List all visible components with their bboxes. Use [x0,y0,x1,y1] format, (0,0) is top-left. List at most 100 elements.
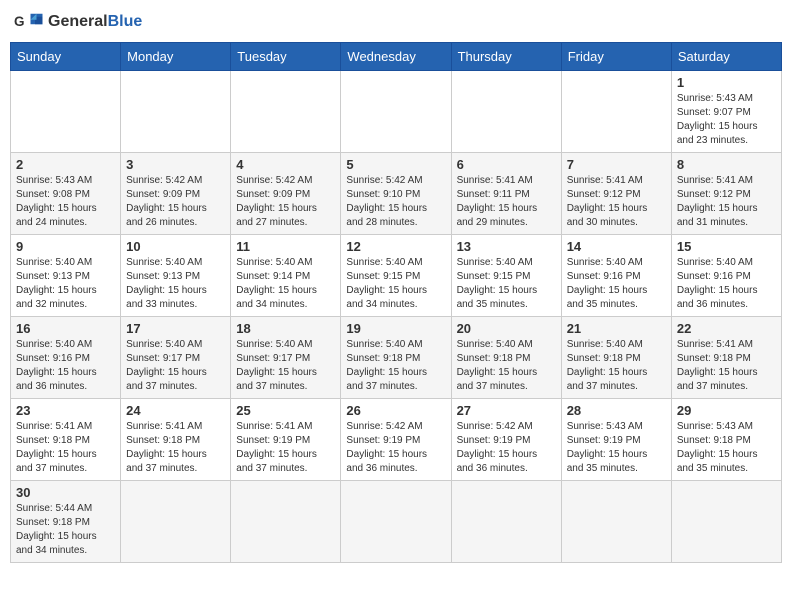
day-number: 1 [677,75,776,90]
calendar-cell: 11 Sunrise: 5:40 AM Sunset: 9:14 PM Dayli… [231,235,341,317]
page-header: G GeneralBlue [10,10,782,34]
day-info: Sunrise: 5:41 AM Sunset: 9:12 PM Dayligh… [567,174,666,230]
day-number: 16 [16,321,115,336]
day-number: 3 [126,157,225,172]
day-number: 10 [126,239,225,254]
day-info: Sunrise: 5:40 AM Sunset: 9:18 PM Dayligh… [457,338,556,394]
day-info: Sunrise: 5:40 AM Sunset: 9:17 PM Dayligh… [236,338,335,394]
day-number: 11 [236,239,335,254]
calendar-cell: 25 Sunrise: 5:41 AM Sunset: 9:19 PM Dayli… [231,399,341,481]
calendar-cell: 13 Sunrise: 5:40 AM Sunset: 9:15 PM Dayli… [451,235,561,317]
calendar-cell: 21 Sunrise: 5:40 AM Sunset: 9:18 PM Dayli… [561,317,671,399]
day-number: 9 [16,239,115,254]
calendar-cell [341,71,451,153]
weekday-header-row: Sunday Monday Tuesday Wednesday Thursday… [11,43,782,71]
calendar-cell: 5Sunrise: 5:42 AM Sunset: 9:10 PM Daylig… [341,153,451,235]
day-number: 15 [677,239,776,254]
header-wednesday: Wednesday [341,43,451,71]
calendar-cell [671,481,781,563]
day-number: 17 [126,321,225,336]
header-sunday: Sunday [11,43,121,71]
calendar-cell [561,71,671,153]
calendar-cell: 28 Sunrise: 5:43 AM Sunset: 9:19 PM Dayli… [561,399,671,481]
logo-text: GeneralBlue [48,13,142,31]
day-number: 23 [16,403,115,418]
day-number: 28 [567,403,666,418]
day-info: Sunrise: 5:43 AM Sunset: 9:19 PM Dayligh… [567,420,666,476]
header-tuesday: Tuesday [231,43,341,71]
calendar-cell: 7 Sunrise: 5:41 AM Sunset: 9:12 PM Daylig… [561,153,671,235]
calendar-cell [231,71,341,153]
day-info: Sunrise: 5:41 AM Sunset: 9:18 PM Dayligh… [16,420,115,476]
calendar-week-row: 16 Sunrise: 5:40 AM Sunset: 9:16 PM Dayli… [11,317,782,399]
header-friday: Friday [561,43,671,71]
day-info: Sunrise: 5:42 AM Sunset: 9:09 PM Dayligh… [236,174,335,230]
calendar-cell [561,481,671,563]
day-info: Sunrise: 5:40 AM Sunset: 9:18 PM Dayligh… [346,338,445,394]
calendar-cell [231,481,341,563]
day-info: Sunrise: 5:40 AM Sunset: 9:17 PM Dayligh… [126,338,225,394]
day-number: 18 [236,321,335,336]
calendar-cell [451,481,561,563]
day-number: 13 [457,239,556,254]
day-info: Sunrise: 5:40 AM Sunset: 9:15 PM Dayligh… [457,256,556,312]
logo-icon: G [14,10,44,34]
header-saturday: Saturday [671,43,781,71]
day-info: Sunrise: 5:40 AM Sunset: 9:16 PM Dayligh… [567,256,666,312]
day-info: Sunrise: 5:40 AM Sunset: 9:13 PM Dayligh… [16,256,115,312]
day-number: 30 [16,485,115,500]
svg-text:G: G [14,14,25,29]
calendar-cell: 16 Sunrise: 5:40 AM Sunset: 9:16 PM Dayli… [11,317,121,399]
calendar-cell: 20Sunrise: 5:40 AM Sunset: 9:18 PM Dayli… [451,317,561,399]
calendar-cell: 12 Sunrise: 5:40 AM Sunset: 9:15 PM Dayli… [341,235,451,317]
day-number: 19 [346,321,445,336]
day-info: Sunrise: 5:43 AM Sunset: 9:18 PM Dayligh… [677,420,776,476]
calendar-table: Sunday Monday Tuesday Wednesday Thursday… [10,42,782,563]
day-info: Sunrise: 5:44 AM Sunset: 9:18 PM Dayligh… [16,502,115,558]
day-info: Sunrise: 5:40 AM Sunset: 9:16 PM Dayligh… [677,256,776,312]
logo: G GeneralBlue [14,10,142,34]
calendar-cell [121,71,231,153]
day-info: Sunrise: 5:40 AM Sunset: 9:15 PM Dayligh… [346,256,445,312]
day-number: 24 [126,403,225,418]
day-info: Sunrise: 5:40 AM Sunset: 9:14 PM Dayligh… [236,256,335,312]
calendar-cell: 17 Sunrise: 5:40 AM Sunset: 9:17 PM Dayli… [121,317,231,399]
day-number: 25 [236,403,335,418]
day-number: 5 [346,157,445,172]
day-info: Sunrise: 5:42 AM Sunset: 9:19 PM Dayligh… [346,420,445,476]
day-number: 27 [457,403,556,418]
day-info: Sunrise: 5:41 AM Sunset: 9:12 PM Dayligh… [677,174,776,230]
day-info: Sunrise: 5:40 AM Sunset: 9:13 PM Dayligh… [126,256,225,312]
calendar-week-row: 23 Sunrise: 5:41 AM Sunset: 9:18 PM Dayli… [11,399,782,481]
calendar-cell: 8 Sunrise: 5:41 AM Sunset: 9:12 PM Daylig… [671,153,781,235]
calendar-cell: 9 Sunrise: 5:40 AM Sunset: 9:13 PM Daylig… [11,235,121,317]
calendar-cell: 27Sunrise: 5:42 AM Sunset: 9:19 PM Dayli… [451,399,561,481]
day-number: 29 [677,403,776,418]
calendar-cell: 3 Sunrise: 5:42 AM Sunset: 9:09 PM Daylig… [121,153,231,235]
day-number: 12 [346,239,445,254]
header-thursday: Thursday [451,43,561,71]
calendar-cell: 22Sunrise: 5:41 AM Sunset: 9:18 PM Dayli… [671,317,781,399]
calendar-cell: 1Sunrise: 5:43 AM Sunset: 9:07 PM Daylig… [671,71,781,153]
day-number: 7 [567,157,666,172]
day-number: 8 [677,157,776,172]
day-number: 22 [677,321,776,336]
calendar-cell: 4Sunrise: 5:42 AM Sunset: 9:09 PM Daylig… [231,153,341,235]
day-number: 14 [567,239,666,254]
calendar-cell: 10 Sunrise: 5:40 AM Sunset: 9:13 PM Dayli… [121,235,231,317]
day-number: 21 [567,321,666,336]
calendar-week-row: 2 Sunrise: 5:43 AM Sunset: 9:08 PM Daylig… [11,153,782,235]
calendar-week-row: 30 Sunrise: 5:44 AM Sunset: 9:18 PM Dayli… [11,481,782,563]
calendar-cell: 24Sunrise: 5:41 AM Sunset: 9:18 PM Dayli… [121,399,231,481]
day-number: 2 [16,157,115,172]
calendar-cell [121,481,231,563]
day-info: Sunrise: 5:42 AM Sunset: 9:09 PM Dayligh… [126,174,225,230]
day-info: Sunrise: 5:41 AM Sunset: 9:19 PM Dayligh… [236,420,335,476]
calendar-cell: 19 Sunrise: 5:40 AM Sunset: 9:18 PM Dayli… [341,317,451,399]
day-number: 26 [346,403,445,418]
day-info: Sunrise: 5:40 AM Sunset: 9:18 PM Dayligh… [567,338,666,394]
day-info: Sunrise: 5:43 AM Sunset: 9:08 PM Dayligh… [16,174,115,230]
day-info: Sunrise: 5:40 AM Sunset: 9:16 PM Dayligh… [16,338,115,394]
header-monday: Monday [121,43,231,71]
calendar-cell: 29 Sunrise: 5:43 AM Sunset: 9:18 PM Dayli… [671,399,781,481]
